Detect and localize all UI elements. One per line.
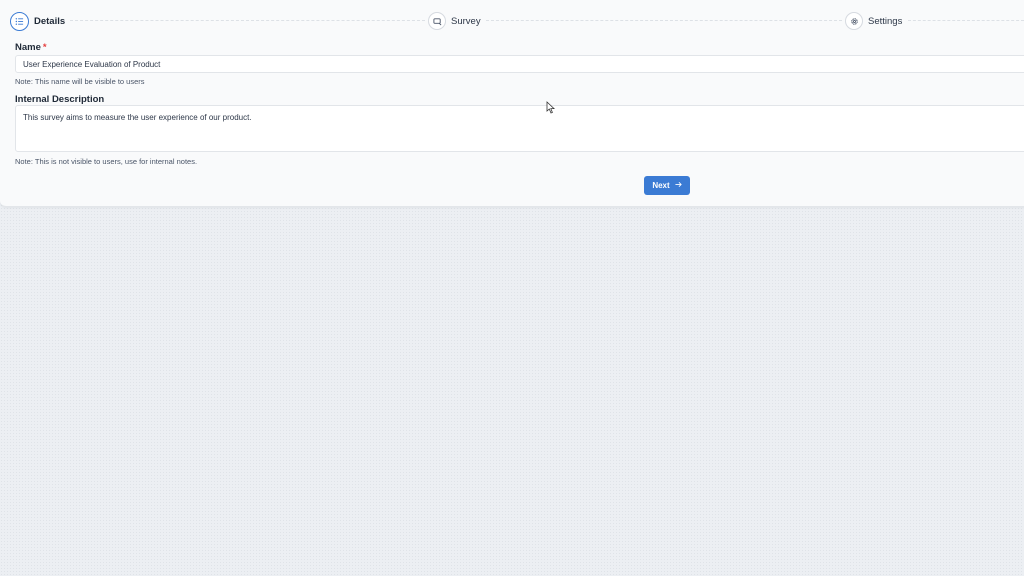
description-label: Internal Description xyxy=(15,94,105,105)
gear-icon xyxy=(845,12,863,30)
name-input[interactable] xyxy=(15,55,1024,73)
mouse-cursor-icon xyxy=(546,101,555,114)
list-icon xyxy=(10,11,29,31)
step-settings[interactable]: Settings xyxy=(845,11,902,31)
name-note: Note: This name will be visible to users xyxy=(15,77,145,86)
step-label: Survey xyxy=(451,15,481,27)
name-label: Name * xyxy=(15,42,47,53)
step-label: Settings xyxy=(868,15,903,27)
step-label: Details xyxy=(34,15,66,27)
step-details[interactable]: Details xyxy=(10,11,65,31)
name-label-text: Name xyxy=(15,42,41,53)
description-note: Note: This is not visible to users, use … xyxy=(15,157,198,166)
survey-wizard-card: Details Survey Settings Name* Note xyxy=(0,0,1024,207)
arrow-right-icon xyxy=(675,181,682,190)
survey-icon xyxy=(428,12,446,30)
stepper: Details Survey Settings xyxy=(0,0,1024,40)
step-connector xyxy=(486,20,842,21)
required-mark: * xyxy=(42,42,47,53)
next-button[interactable]: Next xyxy=(644,176,690,195)
next-button-label: Next xyxy=(652,181,670,190)
step-connector xyxy=(908,20,1024,21)
step-survey[interactable]: Survey xyxy=(428,11,481,31)
description-textarea[interactable]: This survey aims to measure the user exp… xyxy=(15,105,1024,152)
step-connector xyxy=(70,20,425,21)
